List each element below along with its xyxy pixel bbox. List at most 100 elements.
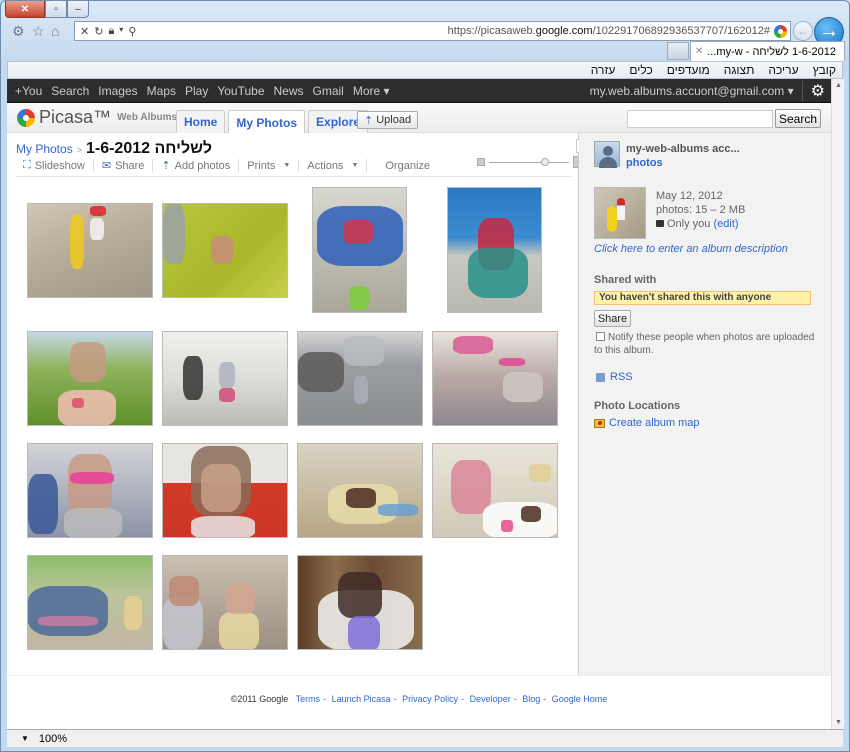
create-album-map-link[interactable]: Create album map [594, 417, 700, 429]
stop-icon[interactable]: ✕ [80, 25, 89, 38]
photo-locations-heading: Photo Locations [594, 400, 681, 412]
photo-thumbnail[interactable] [297, 443, 423, 538]
scroll-up-icon[interactable]: ▲ [835, 82, 842, 89]
settings-gear-icon[interactable]: ⚙ [801, 80, 825, 101]
gear-icon[interactable]: ⚙ [12, 23, 25, 40]
photo-thumbnail[interactable] [162, 443, 288, 538]
menu-view[interactable]: תצוגה [724, 63, 755, 77]
photo-thumbnail[interactable] [447, 187, 542, 313]
gbar-more[interactable]: More ▾ [353, 84, 390, 98]
share-button[interactable]: Share [594, 310, 631, 327]
back-button[interactable]: ← [793, 21, 813, 41]
menu-bar: קובץ עריכה תצוגה מועדפים כלים עזרה [7, 61, 843, 79]
gbar-maps[interactable]: Maps [147, 84, 176, 98]
account-menu[interactable]: my.web.albums.accuont@gmail.com ▾ [590, 84, 794, 98]
footer-developer[interactable]: Developer [470, 694, 511, 704]
vertical-scrollbar[interactable]: ▲ ▼ [831, 79, 844, 729]
photo-content [28, 586, 108, 636]
gbar-play[interactable]: Play [185, 84, 208, 98]
photo-content [453, 336, 493, 354]
photo-thumbnail[interactable] [162, 555, 288, 650]
photo-thumbnail[interactable] [27, 331, 153, 426]
search-icon[interactable]: ⚲ [128, 25, 136, 38]
footer-terms[interactable]: Terms [296, 694, 321, 704]
upload-button[interactable]: ⇡ Upload [357, 111, 419, 129]
photo-content [90, 218, 104, 240]
notify-checkbox[interactable] [596, 332, 605, 341]
avatar[interactable] [594, 141, 620, 168]
photo-content [503, 372, 543, 402]
edit-visibility-link[interactable]: (edit) [713, 218, 738, 230]
browser-tab[interactable]: 1-6-2012 לשליחה - my-w... ✕ [690, 41, 845, 61]
tab-my-photos[interactable]: My Photos [228, 110, 306, 134]
gbar-search[interactable]: Search [51, 84, 89, 98]
url-text[interactable]: https://picasaweb.google.com/10229170689… [448, 25, 774, 37]
photo-thumbnail[interactable] [432, 443, 558, 538]
footer-privacy[interactable]: Privacy Policy [402, 694, 458, 704]
photo-content [70, 472, 114, 484]
footer-google-home[interactable]: Google Home [552, 694, 608, 704]
tab-home[interactable]: Home [176, 110, 226, 133]
photo-content [378, 504, 418, 516]
owner-name[interactable]: my-web-albums acc... [626, 143, 740, 155]
photo-thumbnail[interactable] [312, 187, 407, 313]
photo-content [501, 520, 513, 532]
gbar-you[interactable]: +You [15, 84, 42, 98]
search-input[interactable] [627, 110, 773, 128]
gbar-gmail[interactable]: Gmail [313, 84, 344, 98]
zoom-level[interactable]: 100% [39, 733, 67, 745]
photo-content [72, 398, 84, 408]
photo-thumbnail[interactable] [432, 331, 558, 426]
home-icon[interactable]: ⌂ [51, 23, 59, 39]
owner-photos-link[interactable]: photos [626, 157, 663, 169]
rss-icon [596, 372, 605, 382]
new-tab-button[interactable] [667, 42, 689, 60]
rss-link[interactable]: RSS [596, 371, 633, 383]
dropdown-icon[interactable]: ▾ [119, 25, 123, 38]
menu-tools[interactable]: כלים [629, 63, 652, 77]
photo-content [451, 460, 491, 514]
gbar-youtube[interactable]: YouTube [217, 84, 264, 98]
status-bar: ▼ 100% [7, 729, 843, 747]
photo-thumbnail[interactable] [27, 443, 153, 538]
photo-content [225, 584, 255, 614]
tab-strip: 1-6-2012 לשליחה - my-w... ✕ [1, 41, 850, 61]
footer-sep: - [393, 694, 397, 704]
picasa-logo[interactable]: Picasa™ Web Albums [17, 107, 177, 128]
photo-content [343, 220, 373, 244]
favorites-star-icon[interactable]: ☆ [32, 23, 45, 40]
url-path: /102291706892936537707/162012# [592, 25, 770, 37]
search-button[interactable]: Search [775, 109, 821, 128]
photo-thumbnail[interactable] [297, 555, 423, 650]
lock-icon: 🔒︎ [108, 24, 115, 37]
close-tab-icon[interactable]: ✕ [695, 46, 703, 57]
album-date: May 12, 2012 [656, 190, 723, 202]
album-description-prompt[interactable]: Click here to enter an album description [594, 243, 788, 255]
menu-favorites[interactable]: מועדפים [667, 63, 710, 77]
address-bar[interactable]: ✕ ↻ 🔒︎ ▾ ⚲ https://picasaweb.google.com/… [74, 21, 791, 41]
footer-blog[interactable]: Blog [522, 694, 540, 704]
photo-thumbnail[interactable] [162, 203, 288, 298]
gbar-images[interactable]: Images [98, 84, 137, 98]
photo-content [354, 376, 368, 404]
album-visibility: Only you (edit) [656, 217, 745, 231]
album-cover[interactable] [594, 187, 646, 239]
photo-thumbnail[interactable] [297, 331, 423, 426]
menu-edit[interactable]: עריכה [768, 63, 798, 77]
gbar-news[interactable]: News [274, 84, 304, 98]
photo-thumbnail[interactable] [27, 555, 153, 650]
album-sidebar: my-web-albums acc... photos May 12, 2012… [579, 133, 831, 675]
photo-content [529, 464, 551, 482]
menu-file[interactable]: קובץ [813, 63, 836, 77]
photo-thumbnail[interactable] [162, 331, 288, 426]
photo-thumbnail[interactable] [27, 203, 153, 298]
photo-content [219, 388, 235, 402]
album-main: My Photos > 1-6-2012 לשליחה ⛶ Slideshow ✉… [7, 133, 585, 675]
zoom-dropdown-icon[interactable]: ▼ [21, 734, 29, 743]
scroll-down-icon[interactable]: ▼ [835, 719, 842, 726]
footer-launch-picasa[interactable]: Launch Picasa [332, 694, 391, 704]
menu-help[interactable]: עזרה [591, 63, 616, 77]
refresh-icon[interactable]: ↻ [94, 25, 103, 38]
photo-grid [7, 133, 578, 675]
cover-hat [617, 198, 625, 205]
